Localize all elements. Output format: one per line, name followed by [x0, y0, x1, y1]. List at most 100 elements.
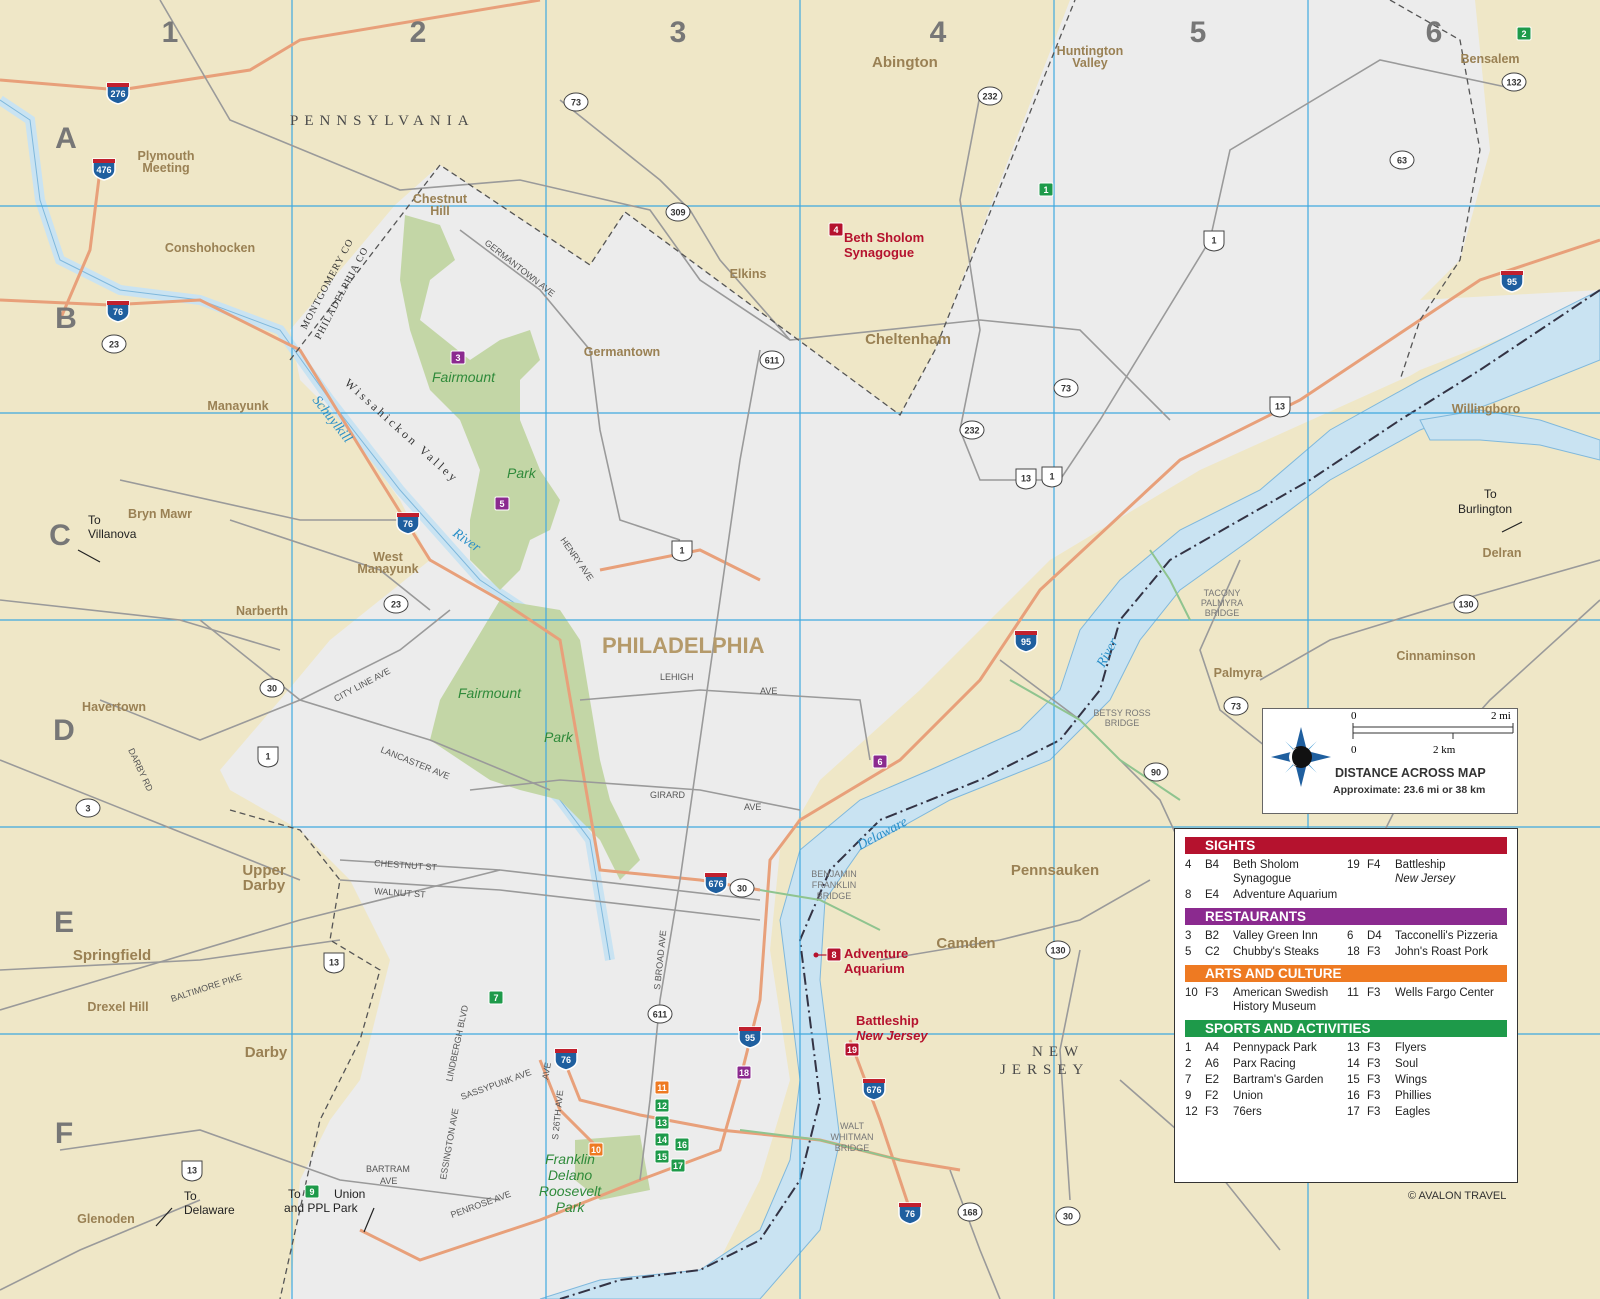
highway-number: 168: [962, 1208, 977, 1218]
street-lehigh-ave: AVE: [760, 686, 777, 696]
legend-num: 18: [1347, 946, 1360, 958]
poi-marker-p3[interactable]: 3: [450, 350, 466, 365]
highway-i95c-shield-icon: 95: [738, 1026, 762, 1049]
place-cinnaminson: Cinnaminson: [1396, 649, 1475, 663]
legend-num: 10: [1185, 987, 1198, 999]
legend-num: 1: [1185, 1042, 1192, 1054]
poi-number: 4: [833, 225, 838, 235]
poi-marker-p11[interactable]: 11: [654, 1080, 670, 1095]
scale-km-zero: 0: [1351, 744, 1357, 756]
poi-marker-p8[interactable]: 8: [826, 947, 842, 962]
grid-column-labels: 1 2 3 4 5 6: [162, 16, 1443, 49]
poi-marker-p19[interactable]: 19: [844, 1042, 860, 1057]
street-bartram-ave: AVE: [380, 1176, 397, 1186]
highway-number: 611: [765, 356, 780, 366]
legend-name: Valley Green Inn: [1233, 930, 1318, 942]
map-sight-new-jersey: New Jersey: [856, 1028, 928, 1043]
highway-number: 95: [1507, 277, 1517, 287]
poi-marker-p1[interactable]: 1: [1038, 182, 1054, 197]
legend-num: 15: [1347, 1074, 1360, 1086]
highway-number: 23: [109, 340, 119, 350]
legend-heading-sports: SPORTS AND ACTIVITIES: [1185, 1020, 1507, 1037]
map-credit: © AVALON TRAVEL: [1408, 1190, 1507, 1202]
highway-number: 309: [670, 208, 685, 218]
poi-marker-p10[interactable]: 10: [588, 1142, 604, 1157]
poi-marker-p16[interactable]: 16: [674, 1137, 690, 1152]
street-walnut-st: WALNUT ST: [374, 886, 427, 900]
poi-marker-p18[interactable]: 18: [736, 1065, 752, 1080]
legend-grid: F3: [1367, 1074, 1381, 1086]
direction-burlington-to: To: [1484, 487, 1497, 501]
highway-i95a-shield-icon: 95: [1500, 270, 1524, 293]
highway-i276-shield-icon: 276: [106, 82, 130, 105]
direction-delaware: Delaware: [184, 1203, 235, 1217]
grid-row-e: E: [54, 906, 74, 939]
legend-grid: F3: [1367, 946, 1381, 958]
legend-num: 16: [1347, 1090, 1360, 1102]
poi-marker-p4[interactable]: 4: [828, 222, 844, 237]
map-sight-adventure: Adventure: [844, 946, 908, 961]
legend-heading-sights: SIGHTS: [1185, 837, 1507, 854]
highway-r13d-shield-icon: 13: [181, 1160, 203, 1182]
highway-r30a-shield-icon: 30: [259, 678, 285, 698]
legend-heading-restaurants: RESTAURANTS: [1185, 908, 1507, 925]
poi-marker-p7[interactable]: 7: [488, 990, 504, 1005]
highway-number: 76: [561, 1055, 571, 1065]
poi-marker-p13[interactable]: 13: [654, 1115, 670, 1130]
place-cheltenham: Cheltenham: [865, 331, 951, 348]
legend-name: John's Roast Pork: [1395, 946, 1488, 958]
scale-graphic: 0 2 mi 0 2 km DISTANCE ACROSS MAP Approx…: [1271, 710, 1514, 796]
street-city-line-ave: CITY LINE AVE: [332, 666, 392, 704]
highway-i76b-shield-icon: 76: [396, 512, 420, 535]
grid-col-2: 2: [410, 16, 427, 49]
poi-marker-p2[interactable]: 2: [1516, 26, 1532, 41]
poi-marker-p12[interactable]: 12: [654, 1098, 670, 1113]
highway-number: 73: [1231, 702, 1241, 712]
direction-delaware-to: To: [184, 1189, 197, 1203]
compass-rose-icon: [1271, 727, 1331, 787]
highway-number: 30: [1063, 1212, 1073, 1222]
water-label-delaware: Delaware: [854, 815, 910, 854]
state-label-pennsylvania: PENNSYLVANIA: [290, 113, 475, 129]
poi-number: 11: [657, 1083, 667, 1093]
map-legend: SIGHTS 4 B4 Beth Sholom Synagogue 19 F4 …: [1174, 828, 1518, 1183]
legend-num: 2: [1185, 1058, 1192, 1070]
legend-num: 7: [1185, 1074, 1192, 1086]
poi-marker-p15[interactable]: 15: [654, 1149, 670, 1164]
highway-i95b-shield-icon: 95: [1014, 630, 1038, 653]
bridge-betsy-ross-bridge: BRIDGE: [1105, 718, 1140, 728]
poi-number: 5: [499, 499, 504, 509]
bridge-franklin: FRANKLIN: [812, 880, 857, 890]
legend-grid: A6: [1205, 1058, 1220, 1070]
poi-marker-p14[interactable]: 14: [654, 1132, 670, 1147]
map-sight-aquarium: Aquarium: [844, 961, 905, 976]
highway-number: 30: [737, 884, 747, 894]
highway-r30b-shield-icon: 30: [729, 878, 755, 898]
legend-grid: F4: [1367, 859, 1381, 871]
bridge-betsy-ross: BETSY ROSS: [1093, 708, 1150, 718]
legend-grid: A4: [1205, 1042, 1220, 1054]
poi-marker-p9[interactable]: 9: [304, 1184, 320, 1199]
highway-r13b-shield-icon: 13: [1015, 468, 1037, 490]
poi-marker-p6[interactable]: 6: [872, 754, 888, 769]
poi-number: 16: [677, 1140, 687, 1150]
highway-number: 3: [85, 804, 90, 814]
arrow-delaware-icon: [155, 1207, 173, 1227]
park-label-fairmount-north: Fairmount: [432, 369, 496, 385]
place-palmyra: Palmyra: [1214, 666, 1264, 680]
poi-number: 3: [455, 353, 460, 363]
highway-i76a-shield-icon: 76: [106, 300, 130, 323]
scale-subtitle: Approximate: 23.6 mi or 38 km: [1333, 784, 1485, 796]
poi-marker-p17[interactable]: 17: [670, 1158, 686, 1173]
highway-r73b-shield-icon: 73: [1053, 378, 1079, 398]
map-sight-synagogue: Synagogue: [844, 245, 914, 260]
poi-number: 10: [591, 1145, 601, 1155]
poi-marker-p5[interactable]: 5: [494, 496, 510, 511]
map-sight-battleship: Battleship: [856, 1013, 919, 1028]
legend-name: Union: [1233, 1090, 1264, 1102]
legend-name: Phillies: [1395, 1090, 1432, 1102]
place-drexel-hill: Drexel Hill: [87, 1000, 148, 1014]
highway-r611a-shield-icon: 611: [759, 350, 785, 370]
street-germantown-ave: GERMANTOWN AVE: [483, 238, 557, 299]
place-west-manayunk: Manayunk: [357, 562, 418, 576]
